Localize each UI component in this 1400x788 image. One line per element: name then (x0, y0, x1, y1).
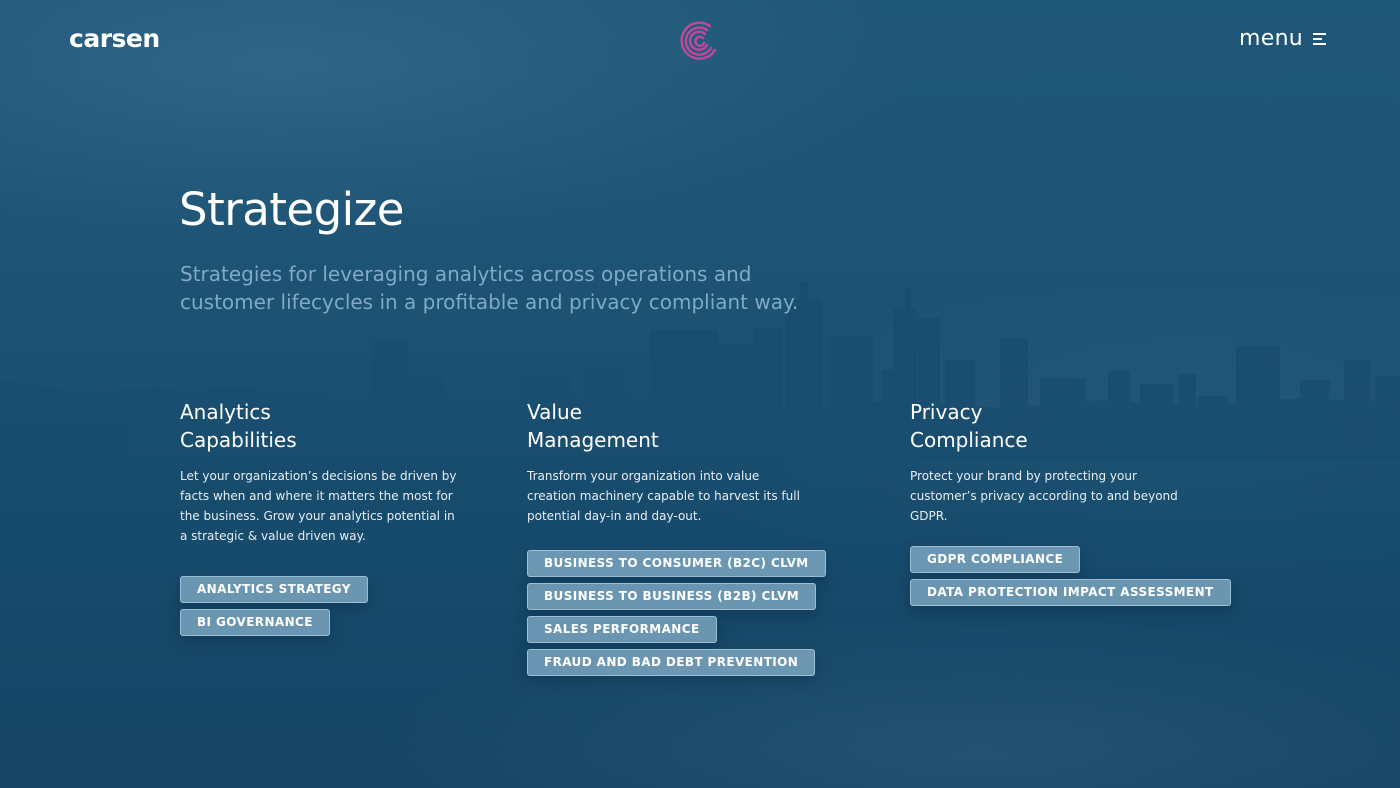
section-description: Protect your brand by protecting your cu… (910, 469, 1178, 523)
analytics-capabilities-section: Analytics Capabilities Let your organiza… (180, 398, 460, 636)
tag-bi-governance[interactable]: BI GOVERNANCE (180, 609, 330, 636)
menu-button[interactable]: menu (1239, 26, 1327, 51)
section-title: Analytics Capabilities (180, 400, 297, 452)
menu-label: menu (1239, 26, 1304, 51)
page-subtitle: Strategies for leveraging analytics acro… (180, 262, 799, 314)
brand-logo[interactable]: carsen (69, 24, 160, 53)
tag-fraud-bad-debt-prevention[interactable]: FRAUD AND BAD DEBT PREVENTION (527, 649, 816, 676)
tag-list: GDPR COMPLIANCE DATA PROTECTION IMPACT A… (910, 546, 1231, 606)
section-title: Value Management (527, 400, 659, 452)
page-title: Strategize (179, 183, 405, 236)
privacy-compliance-section: Privacy Compliance Protect your brand by… (910, 398, 1250, 606)
tag-list: ANALYTICS STRATEGY BI GOVERNANCE (180, 576, 368, 636)
value-management-section: Value Management Transform your organiza… (527, 398, 857, 676)
tag-data-protection-impact-assessment[interactable]: DATA PROTECTION IMPACT ASSESSMENT (910, 579, 1231, 606)
section-description: Transform your organization into value c… (527, 469, 800, 523)
section-title: Privacy Compliance (910, 400, 1028, 452)
tag-list: BUSINESS TO CONSUMER (B2C) CLVM BUSINESS… (527, 550, 826, 676)
tag-b2b-clvm[interactable]: BUSINESS TO BUSINESS (B2B) CLVM (527, 583, 817, 610)
section-description: Let your organization’s decisions be dri… (180, 469, 457, 543)
tag-b2c-clvm[interactable]: BUSINESS TO CONSUMER (B2C) CLVM (527, 550, 826, 577)
tag-analytics-strategy[interactable]: ANALYTICS STRATEGY (180, 576, 368, 603)
hamburger-icon (1313, 32, 1327, 45)
site-header: carsen menu (0, 0, 1400, 80)
spiral-c-logo-icon[interactable] (679, 18, 721, 62)
tag-gdpr-compliance[interactable]: GDPR COMPLIANCE (910, 546, 1081, 573)
tag-sales-performance[interactable]: SALES PERFORMANCE (527, 616, 717, 643)
